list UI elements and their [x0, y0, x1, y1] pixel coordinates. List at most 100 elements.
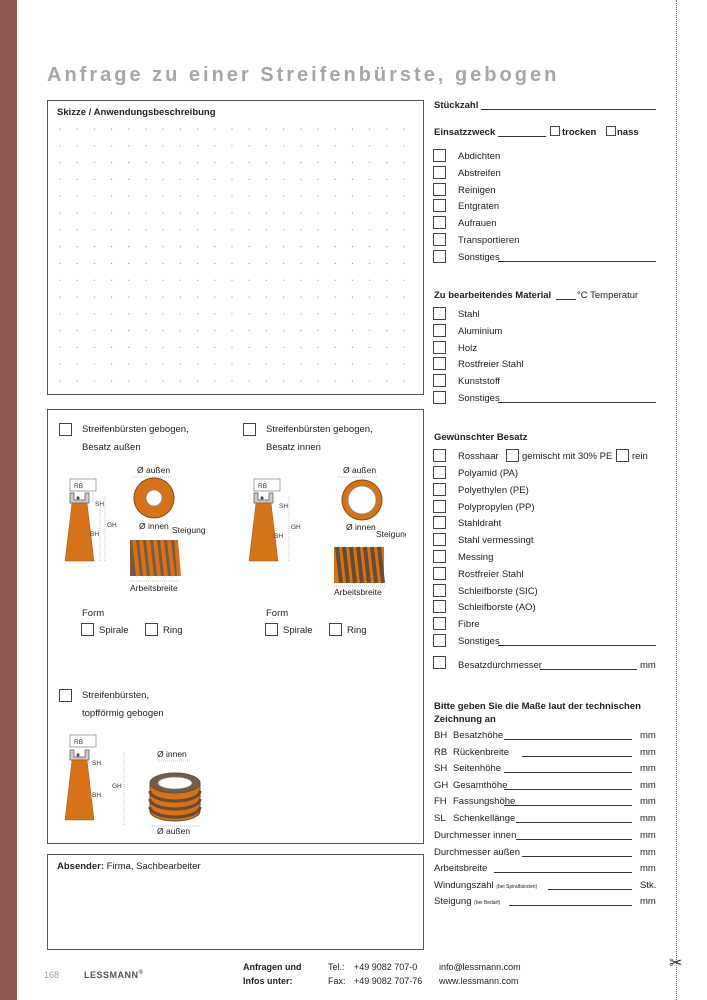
cut-line: [676, 0, 677, 1000]
form-b-spiral-checkbox[interactable]: [265, 623, 278, 636]
width-field[interactable]: [494, 872, 632, 873]
diagram-a-width: Arbeitsbreite: [130, 583, 178, 593]
quantity-field[interactable]: [481, 109, 656, 110]
fill-item-checkbox[interactable]: [433, 466, 446, 479]
inner-label: Durchmesser innen: [434, 830, 517, 841]
form-b-ring-label: Ring: [347, 625, 367, 636]
fill-item-checkbox[interactable]: [433, 617, 446, 631]
diagram-b-bh: BH: [274, 533, 283, 540]
dim-field[interactable]: [522, 755, 632, 757]
turns-label: Windungszahl: [434, 880, 494, 891]
option-b-line1: Streifenbürsten gebogen,: [266, 424, 373, 435]
diagram-a-d-inner: Ø innen: [139, 521, 169, 531]
purpose-item-label: Abdichten: [458, 151, 501, 162]
email-link[interactable]: info@lessmann.com: [439, 962, 521, 972]
info-label-1: Anfragen und: [243, 962, 302, 972]
diameter-field[interactable]: [540, 669, 637, 670]
option-a-checkbox[interactable]: [59, 423, 72, 436]
form-b-label: Form: [266, 608, 289, 619]
material-item-checkbox[interactable]: [433, 391, 446, 404]
fill-item-checkbox[interactable]: [433, 516, 446, 530]
options-box: Streifenbürsten gebogen, Besatz außen St…: [47, 409, 424, 844]
outer-label: Durchmesser außen: [434, 847, 521, 858]
form-b-ring-checkbox[interactable]: [329, 623, 342, 636]
purpose-item-label: Aufrauen: [458, 218, 497, 230]
fill-item-label: Messing: [458, 552, 494, 563]
purpose-field[interactable]: [498, 136, 546, 137]
dim-field[interactable]: [504, 739, 632, 740]
dim-field[interactable]: [504, 788, 632, 790]
dim-field[interactable]: [504, 772, 632, 773]
fill-item-checkbox[interactable]: [433, 600, 446, 614]
option-a-line2: Besatz außen: [82, 442, 141, 453]
dim-unit: mm: [640, 779, 656, 791]
purpose-item-other-field[interactable]: [498, 260, 656, 262]
purpose-item-checkbox[interactable]: [433, 199, 446, 213]
fill-item-checkbox[interactable]: [433, 566, 446, 580]
purpose-item-checkbox[interactable]: [433, 233, 446, 246]
outer-field[interactable]: [522, 856, 632, 857]
form-a-spiral-checkbox[interactable]: [81, 623, 94, 636]
option-b-checkbox[interactable]: [243, 423, 256, 436]
diagram-a-pitch: Steigung: [172, 525, 206, 535]
purpose-item-checkbox[interactable]: [433, 165, 446, 179]
material-item-checkbox[interactable]: [433, 374, 446, 388]
option-c-line2: topfförmig gebogen: [82, 708, 164, 719]
purpose-item-label: Sonstiges: [458, 251, 500, 263]
sender-box[interactable]: Absender: Firma, Sachbearbeiter: [47, 854, 424, 950]
form-a-ring-checkbox[interactable]: [145, 623, 158, 636]
option-c-checkbox[interactable]: [59, 689, 72, 702]
purpose-item-checkbox[interactable]: [433, 216, 446, 230]
dim-abbr: SH: [434, 763, 448, 774]
purpose-item-label: Transportieren: [458, 235, 520, 246]
width-label: Arbeitsbreite: [434, 863, 488, 874]
fill-item-checkbox[interactable]: [433, 482, 446, 496]
purpose-dry-checkbox[interactable]: [550, 126, 560, 136]
material-item-checkbox[interactable]: [433, 340, 446, 354]
dim-field[interactable]: [516, 821, 632, 823]
fill-item-checkbox[interactable]: [433, 499, 446, 513]
material-item-label: Holz: [458, 342, 478, 354]
pure-checkbox[interactable]: [616, 449, 629, 462]
fill-item-label: Fibre: [458, 619, 480, 631]
diagram-b-width: Arbeitsbreite: [334, 587, 382, 597]
diagram-c-d-outer: Ø außen: [157, 826, 190, 836]
fill-item-other-field[interactable]: [498, 645, 656, 646]
material-item-checkbox[interactable]: [433, 357, 446, 371]
inner-unit: mm: [640, 830, 656, 841]
diameter-label: Besatzdurchmesser: [458, 660, 542, 671]
pitch-field[interactable]: [509, 905, 632, 906]
horsehair-checkbox[interactable]: [433, 449, 446, 462]
purpose-item-checkbox[interactable]: [433, 149, 446, 162]
sketch-box[interactable]: Skizze / Anwendungsbeschreibung: [47, 100, 424, 395]
material-item-checkbox[interactable]: [433, 323, 446, 337]
mixed-checkbox[interactable]: [506, 449, 519, 462]
diameter-unit: mm: [640, 660, 656, 671]
purpose-item-label: Reinigen: [458, 184, 496, 196]
dim-label: Gesamthöhe: [453, 779, 508, 791]
fill-item-label: Stahl vermessingt: [458, 535, 534, 547]
temperature-field[interactable]: [556, 299, 576, 300]
temperature-label: °C Temperatur: [577, 290, 639, 301]
diagram-c-bh: BH: [92, 792, 101, 799]
fill-item-checkbox[interactable]: [433, 583, 446, 597]
fill-item-checkbox[interactable]: [433, 550, 446, 563]
purpose-label: Einsatzzweck: [434, 127, 496, 138]
material-item-other-field[interactable]: [498, 402, 656, 403]
diagram-c-sh: SH: [92, 760, 101, 767]
dim-abbr: RB: [434, 746, 448, 758]
turns-field[interactable]: [548, 889, 632, 890]
diameter-checkbox[interactable]: [433, 656, 446, 669]
page-title: Anfrage zu einer Streifenbürste, gebogen: [47, 64, 560, 86]
purpose-item-checkbox[interactable]: [433, 182, 446, 196]
purpose-wet-checkbox[interactable]: [606, 126, 616, 136]
material-item-checkbox[interactable]: [433, 307, 446, 320]
inner-field[interactable]: [516, 839, 632, 840]
fill-item-checkbox[interactable]: [433, 533, 446, 547]
material-item-label: Aluminium: [458, 325, 503, 337]
web-link[interactable]: www.lessmann.com: [439, 976, 519, 986]
pitch-line: Steigung (bei Bedarf): [434, 896, 500, 907]
dim-field[interactable]: [504, 805, 632, 806]
fill-item-checkbox[interactable]: [433, 634, 446, 647]
purpose-item-checkbox[interactable]: [433, 249, 446, 263]
